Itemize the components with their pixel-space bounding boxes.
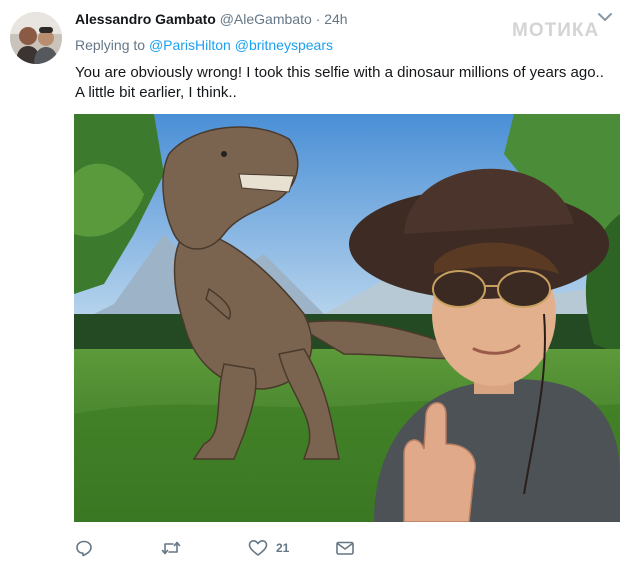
- reply-icon: [76, 540, 92, 557]
- mention-link-parishilton[interactable]: @ParisHilton: [149, 37, 231, 53]
- watermark-text: МОТИКА: [512, 20, 600, 41]
- retweet-icon: [161, 541, 181, 555]
- tweet-media-photo[interactable]: [74, 114, 620, 522]
- tweet-actions-bar: 21: [75, 538, 375, 558]
- envelope-icon: [336, 541, 354, 555]
- reply-button[interactable]: [75, 538, 93, 558]
- like-count: 21: [276, 541, 290, 555]
- mention-link-britneyspears[interactable]: @britneyspears: [235, 37, 333, 53]
- author-handle[interactable]: @AleGambato: [220, 11, 312, 27]
- direct-message-button[interactable]: [335, 538, 355, 558]
- retweet-button[interactable]: [161, 538, 181, 558]
- tweet-text-line: A little bit earlier, I think..: [75, 84, 237, 101]
- separator-dot: ·: [315, 11, 321, 27]
- tweet-card[interactable]: Alessandro Gambato @AleGambato · 24h МОТ…: [0, 0, 640, 562]
- replying-to-line: Replying to @ParisHilton @britneyspears: [75, 37, 333, 53]
- replying-to-label: Replying to: [75, 37, 146, 53]
- like-button[interactable]: 21: [248, 538, 289, 558]
- tweet-text-line: You are obviously wrong! I took this sel…: [75, 64, 604, 81]
- heart-icon: [248, 540, 268, 556]
- tweet-timestamp[interactable]: 24h: [324, 11, 347, 27]
- tweet-text: You are obviously wrong! I took this sel…: [75, 63, 630, 103]
- author-avatar[interactable]: [10, 12, 62, 64]
- tweet-header: Alessandro Gambato @AleGambato · 24h: [75, 11, 348, 27]
- author-name[interactable]: Alessandro Gambato: [75, 11, 216, 27]
- selfie-with-t-rex-photo: [74, 114, 620, 522]
